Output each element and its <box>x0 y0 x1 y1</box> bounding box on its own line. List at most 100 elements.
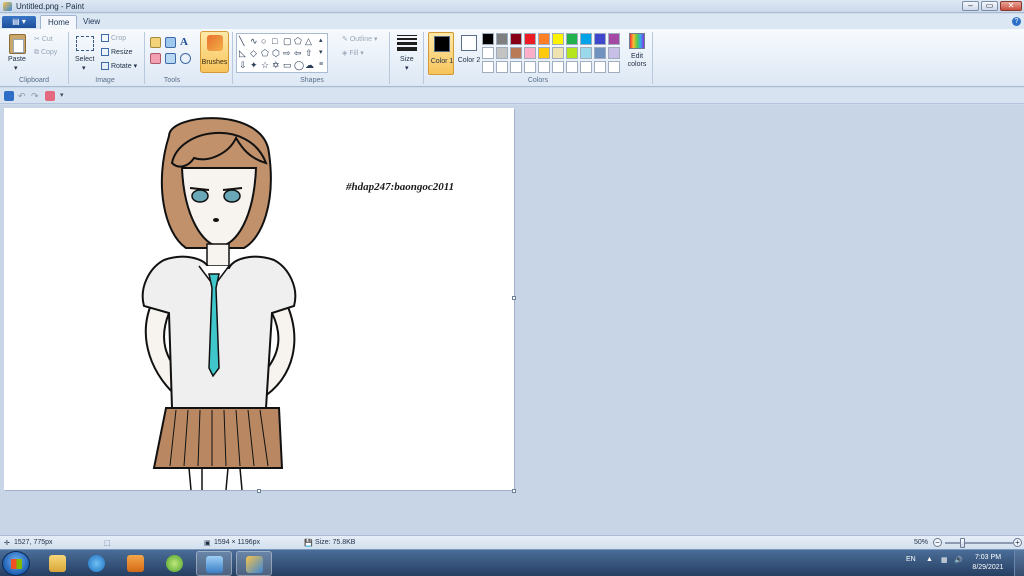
curve-shape-icon[interactable]: ∿ <box>250 36 258 46</box>
minimize-button[interactable]: – <box>962 1 979 11</box>
drawing-canvas[interactable]: #hdap247:baongoc2011 <box>4 108 514 490</box>
palette-color-swatch[interactable] <box>580 47 592 59</box>
palette-color-swatch[interactable] <box>496 61 508 73</box>
rotate-button[interactable]: Rotate ▾ <box>101 62 137 71</box>
rounded-rectangle-shape-icon[interactable]: ▢ <box>283 36 292 46</box>
canvas-resize-handle-corner[interactable] <box>512 489 516 493</box>
tab-view[interactable]: View <box>76 15 107 29</box>
shapes-more-icon[interactable]: ≡ <box>319 60 323 70</box>
up-arrow-shape-icon[interactable]: ⇧ <box>305 48 313 58</box>
palette-color-swatch[interactable] <box>538 33 550 45</box>
palette-color-swatch[interactable] <box>608 61 620 73</box>
down-arrow-shape-icon[interactable]: ⇩ <box>239 60 247 70</box>
taskbar-photo-viewer[interactable] <box>196 551 232 576</box>
paste-button[interactable]: Paste <box>8 56 26 63</box>
copy-button[interactable]: ⧉ Copy <box>34 49 57 57</box>
taskbar-media-player[interactable] <box>118 551 154 576</box>
palette-color-swatch[interactable] <box>510 47 522 59</box>
cut-button[interactable]: ✂ Cut <box>34 35 53 43</box>
palette-color-swatch[interactable] <box>552 47 564 59</box>
tab-home[interactable]: Home <box>40 15 78 29</box>
oval-callout-shape-icon[interactable]: ◯ <box>294 60 304 70</box>
palette-color-swatch[interactable] <box>524 47 536 59</box>
outline-button[interactable]: ✎ Outline ▾ <box>342 35 377 43</box>
paste-icon[interactable] <box>9 34 26 54</box>
crop-button[interactable]: Crop <box>101 34 126 42</box>
zoom-slider-thumb[interactable] <box>960 538 965 548</box>
maximize-button[interactable]: ▭ <box>981 1 998 11</box>
color1-button[interactable]: Color 1 <box>428 32 454 75</box>
palette-color-swatch[interactable] <box>594 47 606 59</box>
palette-color-swatch[interactable] <box>552 33 564 45</box>
palette-color-swatch[interactable] <box>552 61 564 73</box>
select-dropdown-icon[interactable]: ▾ <box>82 64 86 72</box>
show-desktop-button[interactable] <box>1014 550 1024 576</box>
palette-color-swatch[interactable] <box>524 33 536 45</box>
shapes-gallery[interactable]: ╲ ∿ ○ □ ▢ ⬠ △ ◺ ◇ ⬠ ⬡ ⇨ ⇦ ⇧ ⇩ ✦ ☆ ✡ ▭ ◯ … <box>236 33 328 73</box>
redo-icon[interactable]: ↷ <box>31 91 41 101</box>
shapes-scroll-down-icon[interactable]: ▾ <box>319 48 323 58</box>
edit-colors-button[interactable]: Edit colors <box>626 33 648 75</box>
palette-color-swatch[interactable] <box>566 33 578 45</box>
line-shape-icon[interactable]: ╲ <box>239 36 244 46</box>
six-point-star-shape-icon[interactable]: ✡ <box>272 60 280 70</box>
left-arrow-shape-icon[interactable]: ⇦ <box>294 48 302 58</box>
palette-color-swatch[interactable] <box>594 33 606 45</box>
palette-color-swatch[interactable] <box>566 47 578 59</box>
diamond-shape-icon[interactable]: ◇ <box>250 48 257 58</box>
size-icon[interactable] <box>397 35 417 51</box>
hexagon-shape-icon[interactable]: ⬡ <box>272 48 280 58</box>
color2-button[interactable]: Color 2 <box>456 32 482 75</box>
oval-shape-icon[interactable]: ○ <box>261 36 266 46</box>
palette-color-swatch[interactable] <box>580 61 592 73</box>
help-icon[interactable]: ? <box>1012 17 1021 26</box>
palette-color-swatch[interactable] <box>524 61 536 73</box>
network-icon[interactable]: ▦ <box>941 556 948 564</box>
palette-color-swatch[interactable] <box>538 47 550 59</box>
pentagon-shape-icon[interactable]: ⬠ <box>261 48 269 58</box>
fill-button[interactable]: ◈ Fill ▾ <box>342 49 364 57</box>
system-clock[interactable]: 7:03 PM 8/29/2021 <box>966 553 1010 573</box>
taskbar-paint[interactable] <box>236 551 272 576</box>
size-button[interactable]: Size <box>400 56 414 63</box>
canvas-resize-handle-right[interactable] <box>512 296 516 300</box>
start-button[interactable] <box>2 551 30 576</box>
customize-toolbar-icon[interactable]: ▾ <box>60 91 70 101</box>
close-button[interactable]: ✕ <box>1000 1 1022 11</box>
polygon-shape-icon[interactable]: ⬠ <box>294 36 302 46</box>
palette-color-swatch[interactable] <box>510 61 522 73</box>
shapes-scroll-up-icon[interactable]: ▴ <box>319 36 323 46</box>
tray-expand-icon[interactable]: ▲ <box>926 556 933 563</box>
palette-color-swatch[interactable] <box>608 33 620 45</box>
undo-icon[interactable]: ↶ <box>18 91 28 101</box>
paint-menu-button[interactable]: ▤ ▾ <box>2 16 36 28</box>
taskbar-app[interactable] <box>157 551 193 576</box>
palette-color-swatch[interactable] <box>608 47 620 59</box>
canvas-resize-handle-bottom[interactable] <box>257 489 261 493</box>
palette-color-swatch[interactable] <box>566 61 578 73</box>
palette-color-swatch[interactable] <box>580 33 592 45</box>
pencil-icon[interactable] <box>150 37 161 48</box>
resize-button[interactable]: Resize <box>101 48 132 56</box>
palette-color-swatch[interactable] <box>538 61 550 73</box>
zoom-slider-track[interactable] <box>945 542 1013 544</box>
size-dropdown-icon[interactable]: ▾ <box>405 64 409 72</box>
palette-color-swatch[interactable] <box>482 47 494 59</box>
cloud-callout-shape-icon[interactable]: ☁ <box>305 60 314 70</box>
palette-color-swatch[interactable] <box>482 61 494 73</box>
callout-shape-icon[interactable]: ▭ <box>283 60 292 70</box>
color-picker-icon[interactable] <box>165 53 176 64</box>
zoom-in-button[interactable]: + <box>1013 538 1022 547</box>
right-triangle-shape-icon[interactable]: ◺ <box>239 48 246 58</box>
triangle-shape-icon[interactable]: △ <box>305 36 312 46</box>
paint-app-icon[interactable] <box>3 2 12 11</box>
palette-color-swatch[interactable] <box>496 33 508 45</box>
select-icon[interactable] <box>76 36 94 51</box>
fill-bucket-icon[interactable] <box>165 37 176 48</box>
five-point-star-shape-icon[interactable]: ☆ <box>261 60 269 70</box>
four-point-star-shape-icon[interactable]: ✦ <box>250 60 258 70</box>
taskbar-explorer[interactable] <box>40 551 76 576</box>
save-icon[interactable] <box>4 91 14 101</box>
select-button[interactable]: Select <box>75 56 94 63</box>
palette-color-swatch[interactable] <box>594 61 606 73</box>
